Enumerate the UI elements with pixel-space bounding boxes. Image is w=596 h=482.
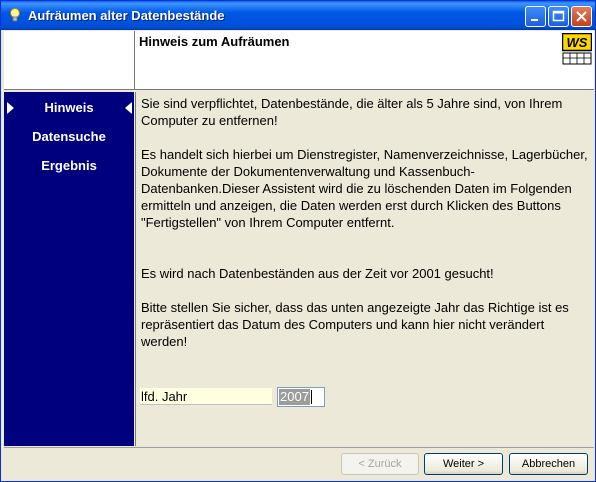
logo-text: WS: [567, 35, 588, 50]
header-panel: Hinweis zum Aufräumen WS: [135, 31, 594, 90]
maximize-button[interactable]: [548, 6, 569, 27]
window-title: Aufräumen alter Datenbestände: [28, 8, 225, 23]
notice-paragraph-1: Sie sind verpflichtet, Datenbestände, di…: [141, 96, 563, 128]
maximize-icon: [552, 10, 565, 22]
wizard-window: Aufräumen alter Datenbestände Hinweis zu…: [0, 0, 596, 482]
notice-paragraph-2: Es handelt sich hierbei um Dienstregiste…: [141, 147, 588, 230]
page-title: Hinweis zum Aufräumen: [139, 34, 290, 49]
next-button[interactable]: Weiter >: [424, 453, 503, 475]
lightbulb-icon: [10, 8, 20, 22]
step-label: Hinweis: [44, 100, 94, 115]
close-icon: [576, 11, 587, 22]
wizard-step-sidebar: Hinweis Datensuche Ergebnis: [4, 92, 134, 446]
content-panel: Sie sind verpflichtet, Datenbestände, di…: [135, 92, 594, 446]
button-separator: [4, 447, 594, 448]
title-bar[interactable]: Aufräumen alter Datenbestände: [1, 1, 595, 30]
minimize-icon: [531, 19, 538, 21]
ws-logo: WS: [562, 33, 592, 65]
close-button[interactable]: [571, 6, 592, 27]
year-field[interactable]: 2007: [277, 387, 325, 407]
step-datensuche: Datensuche: [4, 129, 134, 144]
year-label: lfd. Jahr: [140, 388, 272, 405]
step-hinweis: Hinweis: [4, 100, 134, 115]
notice-paragraph-3: Es wird nach Datenbeständen aus der Zeit…: [141, 266, 494, 281]
year-value: 2007: [279, 389, 310, 405]
step-ergebnis: Ergebnis: [4, 158, 134, 173]
back-button[interactable]: < Zurück: [341, 453, 419, 475]
current-step-arrow-icon: [125, 102, 132, 114]
notice-paragraph-4: Bitte stellen Sie sicher, dass das unten…: [141, 300, 569, 349]
current-step-arrow-icon: [7, 102, 14, 114]
step-label: Datensuche: [32, 129, 106, 144]
text-caret: [311, 390, 312, 404]
step-label: Ergebnis: [41, 158, 97, 173]
header-left-panel: [4, 31, 135, 90]
minimize-button[interactable]: [525, 6, 546, 27]
cancel-button[interactable]: Abbrechen: [509, 453, 588, 475]
